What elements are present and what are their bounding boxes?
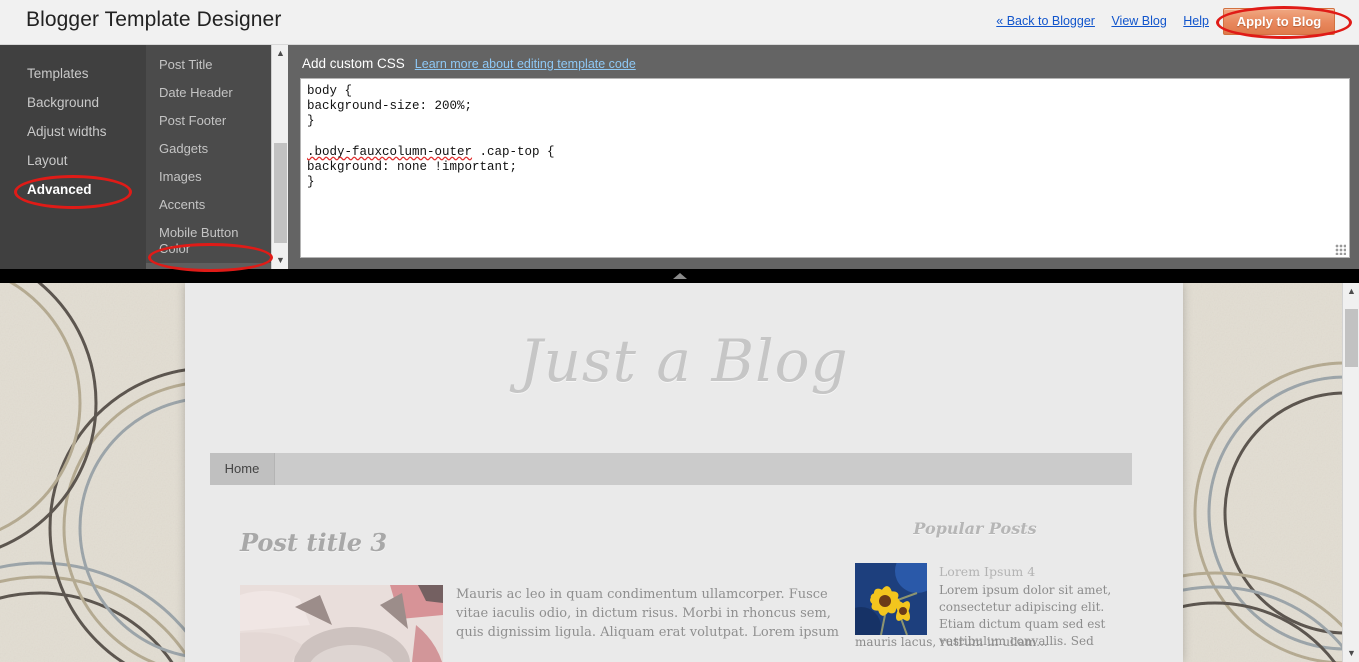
post-body-text: Mauris ac leo in quam condimentum ullamc… xyxy=(456,587,839,640)
panel-divider xyxy=(0,269,1359,283)
css-line-3: } xyxy=(307,114,315,129)
custom-css-textarea[interactable]: body { background-size: 200%; } .body-fa… xyxy=(300,78,1350,258)
sidebar-item-advanced[interactable]: Advanced xyxy=(0,175,146,204)
css-selector-rest: .cap-top { xyxy=(472,144,555,159)
popular-post-snippet-overflow: mauris lacus, rutrum in ullam... xyxy=(855,635,1048,649)
popular-post-thumbnail-image xyxy=(855,563,927,635)
css-line-2: background-size: 200%; xyxy=(307,99,473,114)
primary-menu: Templates Background Adjust widths Layou… xyxy=(0,45,146,269)
collapse-panel-triangle-icon[interactable] xyxy=(673,273,687,279)
sidebar-item-background[interactable]: Background xyxy=(0,88,146,117)
post-thumbnail-image xyxy=(240,585,443,662)
css-editor-label: Add custom CSS xyxy=(302,56,405,71)
post-title[interactable]: Post title 3 xyxy=(240,528,840,557)
submenu-item-images[interactable]: Images xyxy=(146,163,271,191)
submenu-item-mobile-button-color[interactable]: Mobile Button Color xyxy=(146,219,271,263)
designer-panel: Templates Background Adjust widths Layou… xyxy=(0,45,1359,291)
css-line-1: body { xyxy=(307,84,353,98)
post-article: Post title 3 Mauris ac leo in quam condi… xyxy=(240,528,840,662)
popular-posts-heading: Popular Posts xyxy=(913,519,1037,538)
page-scrollbar[interactable]: ▲ ▼ xyxy=(1342,283,1359,662)
page-scrollbar-thumb[interactable] xyxy=(1345,309,1358,367)
textarea-resize-grip-icon[interactable] xyxy=(1335,244,1346,255)
css-selector-misspelled: .body-fauxcolumn-outer xyxy=(307,144,473,159)
learn-more-link[interactable]: Learn more about editing template code xyxy=(415,57,636,71)
post-body-row: Mauris ac leo in quam condimentum ullamc… xyxy=(240,585,840,662)
sidebar-item-layout[interactable]: Layout xyxy=(0,146,146,175)
secondary-menu: Post Title Date Header Post Footer Gadge… xyxy=(146,45,271,291)
view-blog-link[interactable]: View Blog xyxy=(1111,14,1166,28)
page-scroll-up-arrow-icon[interactable]: ▲ xyxy=(1343,283,1359,300)
css-editor-pane: Add custom CSS Learn more about editing t… xyxy=(288,45,1359,269)
back-to-blogger-link[interactable]: « Back to Blogger xyxy=(996,14,1095,28)
submenu-item-date-header[interactable]: Date Header xyxy=(146,79,271,107)
submenu-item-accents[interactable]: Accents xyxy=(146,191,271,219)
submenu-scrollbar[interactable]: ▲ ▼ xyxy=(271,45,289,269)
css-line-6: background: none !important; xyxy=(307,160,518,175)
submenu-item-post-footer[interactable]: Post Footer xyxy=(146,107,271,135)
submenu-item-post-title[interactable]: Post Title xyxy=(146,51,271,79)
help-link[interactable]: Help xyxy=(1183,14,1209,28)
submenu-scrollbar-thumb[interactable] xyxy=(274,143,287,243)
app-header: Blogger Template Designer « Back to Blog… xyxy=(0,0,1359,45)
popular-post-title[interactable]: Lorem Ipsum 4 xyxy=(939,563,1135,580)
blog-title: Just a Blog xyxy=(519,327,849,395)
scroll-up-arrow-icon[interactable]: ▲ xyxy=(272,45,289,62)
sidebar-item-adjust-widths[interactable]: Adjust widths xyxy=(0,117,146,146)
css-editor-header: Add custom CSS Learn more about editing t… xyxy=(302,56,636,71)
page-title: Blogger Template Designer xyxy=(26,8,282,31)
page-scroll-down-arrow-icon[interactable]: ▼ xyxy=(1343,645,1359,662)
blog-content-wrapper: Just a Blog Home Post title 3 Mauris ac … xyxy=(185,283,1183,662)
popular-posts-widget: Popular Posts Lorem Ipsum 4 Lorem ipsum … xyxy=(855,519,1135,649)
blog-preview: Just a Blog Home Post title 3 Mauris ac … xyxy=(0,283,1359,662)
apply-to-blog-button[interactable]: Apply to Blog xyxy=(1223,8,1335,35)
nav-tab-home[interactable]: Home xyxy=(210,453,275,485)
submenu-item-gadgets[interactable]: Gadgets xyxy=(146,135,271,163)
css-line-7: } xyxy=(307,175,315,190)
sidebar-item-templates[interactable]: Templates xyxy=(0,59,146,88)
header-links: « Back to Blogger View Blog Help xyxy=(983,14,1209,28)
scroll-down-arrow-icon[interactable]: ▼ xyxy=(272,252,289,269)
blog-navbar: Home xyxy=(210,453,1132,485)
